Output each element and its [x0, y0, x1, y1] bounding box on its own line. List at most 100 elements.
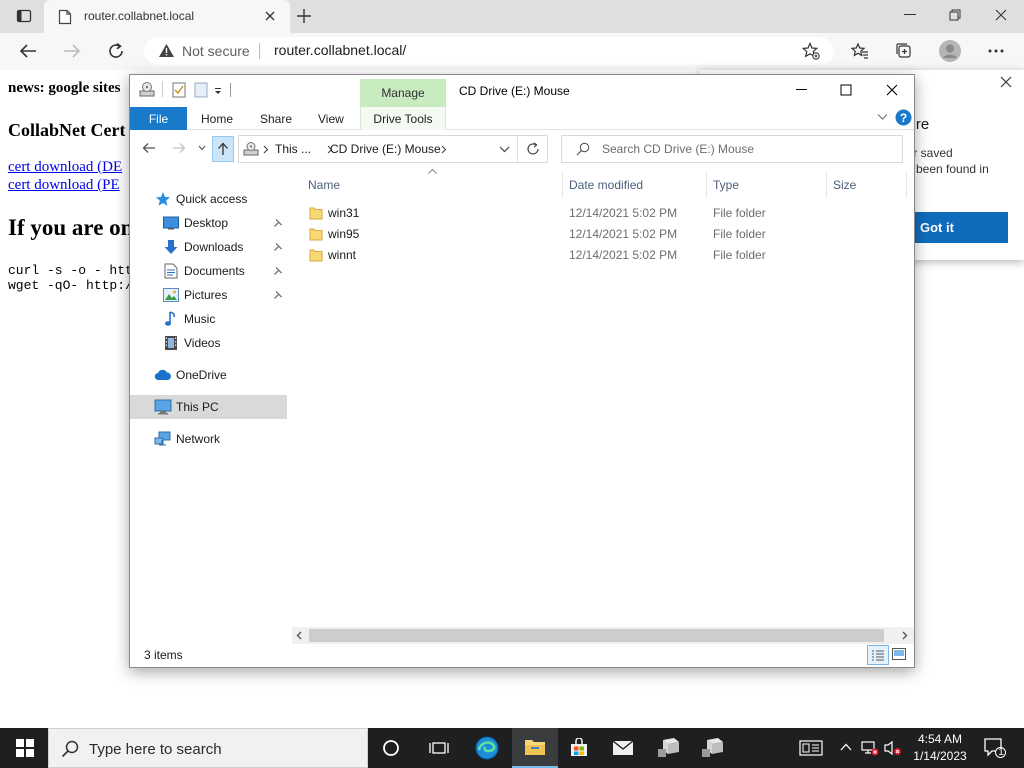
- help-icon[interactable]: ?: [895, 109, 912, 126]
- properties-icon[interactable]: [172, 82, 186, 98]
- nav-pictures[interactable]: Pictures: [130, 283, 287, 307]
- pin-icon[interactable]: [273, 266, 283, 276]
- ribbon-tab-home[interactable]: Home: [201, 107, 233, 130]
- start-windows-icon[interactable]: [2, 728, 48, 768]
- ribbon-tab-file[interactable]: File: [130, 107, 187, 130]
- clock-time[interactable]: 4:54 AM: [908, 732, 972, 746]
- breadcrumb-this-pc[interactable]: This ...: [275, 142, 311, 156]
- not-secure-label[interactable]: Not secure: [182, 43, 250, 59]
- explorer-search-box[interactable]: Search CD Drive (E:) Mouse: [561, 135, 903, 163]
- video-film-icon: [162, 334, 180, 352]
- explorer-minimize-icon[interactable]: [796, 89, 808, 91]
- breadcrumb-separator-icon[interactable]: [441, 145, 447, 154]
- table-row[interactable]: win95 12/14/2021 5:02 PM File folder: [292, 224, 912, 245]
- scrollbar-thumb[interactable]: [309, 629, 884, 642]
- expand-ribbon-icon[interactable]: [877, 113, 888, 121]
- large-icons-view-icon[interactable]: [892, 648, 906, 660]
- quick-access-toolbar-dropdown-icon[interactable]: [214, 87, 222, 95]
- nav-this-pc[interactable]: This PC: [130, 395, 287, 419]
- scroll-left-icon[interactable]: [296, 631, 302, 640]
- nav-back-icon[interactable]: [142, 142, 156, 154]
- ribbon-tab-share[interactable]: Share: [260, 107, 292, 130]
- column-header-name[interactable]: Name: [308, 178, 340, 192]
- close-tab-icon[interactable]: [264, 10, 276, 22]
- more-menu-icon[interactable]: [982, 37, 1010, 65]
- minimize-icon[interactable]: [904, 14, 916, 16]
- refresh-folder-icon[interactable]: [526, 142, 540, 156]
- nav-onedrive[interactable]: OneDrive: [130, 363, 287, 387]
- column-separator[interactable]: [906, 172, 907, 198]
- breadcrumb-separator-icon[interactable]: [263, 145, 269, 154]
- column-separator[interactable]: [562, 172, 563, 198]
- volume-muted-icon[interactable]: [884, 740, 902, 756]
- nav-forward-icon[interactable]: [172, 142, 186, 154]
- cert-download-pem-link[interactable]: cert download (PE: [8, 177, 120, 194]
- address-bar[interactable]: Not secure router.collabnet.local/: [144, 37, 834, 65]
- pin-icon[interactable]: [273, 218, 283, 228]
- favorites-icon[interactable]: [846, 37, 874, 65]
- forward-icon[interactable]: [58, 37, 86, 65]
- pin-icon[interactable]: [273, 242, 283, 252]
- explorer-maximize-icon[interactable]: [840, 84, 852, 96]
- task-view-icon[interactable]: [416, 728, 462, 768]
- cert-download-der-link[interactable]: cert download (DE: [8, 159, 122, 176]
- recent-locations-chevron-icon[interactable]: [198, 145, 206, 151]
- server-app-icon-2[interactable]: [690, 728, 736, 768]
- horizontal-scrollbar[interactable]: [292, 627, 914, 644]
- show-hidden-icons-chevron-icon[interactable]: [840, 743, 852, 751]
- explorer-address-box[interactable]: This ... CD Drive (E:) Mouse: [238, 135, 548, 163]
- mail-icon[interactable]: [600, 728, 646, 768]
- new-tab-icon[interactable]: [296, 8, 312, 24]
- column-separator[interactable]: [826, 172, 827, 198]
- profile-avatar-icon[interactable]: [936, 37, 964, 65]
- tab-actions-icon[interactable]: [10, 2, 38, 30]
- server-app-icon[interactable]: [646, 728, 692, 768]
- pin-icon[interactable]: [273, 290, 283, 300]
- nav-desktop[interactable]: Desktop: [130, 211, 287, 235]
- popup-close-icon[interactable]: [1000, 76, 1012, 88]
- restore-icon[interactable]: [949, 9, 961, 21]
- store-icon[interactable]: [556, 728, 602, 768]
- column-header-date[interactable]: Date modified: [569, 178, 643, 192]
- column-header-type[interactable]: Type: [713, 178, 739, 192]
- cortana-icon[interactable]: [368, 728, 414, 768]
- back-icon[interactable]: [14, 37, 42, 65]
- table-row[interactable]: win31 12/14/2021 5:02 PM File folder: [292, 203, 912, 224]
- nav-videos[interactable]: Videos: [130, 331, 287, 355]
- address-history-chevron-icon[interactable]: [499, 146, 510, 153]
- taskbar-search-box[interactable]: Type here to search: [48, 728, 368, 768]
- refresh-icon[interactable]: [102, 37, 130, 65]
- picture-icon: [162, 286, 180, 304]
- ribbon-tab-view[interactable]: View: [318, 107, 344, 130]
- close-window-icon[interactable]: [995, 9, 1007, 21]
- nav-up-icon[interactable]: [212, 136, 234, 162]
- url-text[interactable]: router.collabnet.local/: [274, 42, 406, 58]
- details-view-icon[interactable]: [867, 645, 889, 665]
- clock-date[interactable]: 1/14/2023: [908, 749, 972, 763]
- desktop-icon: [162, 214, 180, 232]
- network-icon: [154, 430, 172, 448]
- nav-music[interactable]: Music: [130, 307, 287, 331]
- ribbon-tab-drive-tools[interactable]: Drive Tools: [360, 107, 446, 130]
- table-row[interactable]: winnt 12/14/2021 5:02 PM File folder: [292, 245, 912, 266]
- add-favorite-icon[interactable]: [802, 42, 820, 60]
- column-header-size[interactable]: Size: [833, 178, 856, 192]
- cloud-icon: [154, 366, 172, 384]
- nav-quick-access[interactable]: Quick access: [130, 187, 287, 211]
- nav-documents[interactable]: Documents: [130, 259, 287, 283]
- manage-tab[interactable]: Manage: [360, 79, 446, 107]
- nav-downloads[interactable]: Downloads: [130, 235, 287, 259]
- breadcrumb-cd-drive[interactable]: CD Drive (E:) Mouse: [330, 142, 441, 156]
- keyboard-layout-icon[interactable]: [788, 728, 834, 768]
- collections-icon[interactable]: [890, 37, 918, 65]
- browser-tab[interactable]: router.collabnet.local: [44, 0, 290, 33]
- file-explorer-taskbar-icon[interactable]: [512, 728, 558, 768]
- edge-browser-icon[interactable]: [464, 728, 510, 768]
- nav-network[interactable]: Network: [130, 427, 287, 451]
- column-separator[interactable]: [706, 172, 707, 198]
- nav-label: Music: [184, 312, 216, 326]
- explorer-close-icon[interactable]: [886, 84, 898, 96]
- network-status-icon[interactable]: [861, 740, 879, 756]
- new-folder-icon[interactable]: [194, 82, 208, 98]
- scroll-right-icon[interactable]: [902, 631, 908, 640]
